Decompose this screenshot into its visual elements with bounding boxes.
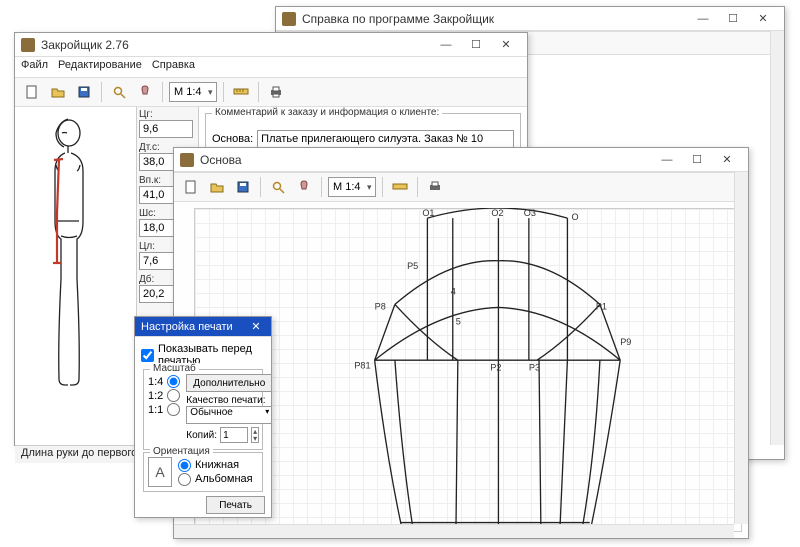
copies-input[interactable]	[220, 427, 248, 443]
menu-help[interactable]: Справка	[152, 59, 195, 75]
main-toolbar: М 1:4	[15, 77, 527, 107]
find-icon[interactable]	[267, 176, 289, 198]
separator	[223, 82, 224, 102]
svg-text:О2: О2	[491, 208, 503, 218]
basis-label: Основа:	[212, 133, 253, 145]
help-min-button[interactable]: —	[688, 9, 718, 29]
m-input-0[interactable]	[139, 120, 193, 138]
help-close-button[interactable]: ✕	[748, 9, 778, 29]
save-icon[interactable]	[232, 176, 254, 198]
open-icon[interactable]	[206, 176, 228, 198]
svg-text:Р8: Р8	[375, 301, 386, 311]
pattern-drawing: О1 О2 О3 О Р5 Р8 Р1 Р9 Р81 Р2 Р3 4 5 Л4 …	[194, 208, 742, 538]
pattern-titlebar[interactable]: Основа — ☐ ✕	[174, 148, 748, 172]
svg-text:О: О	[571, 212, 578, 222]
spinner-icon[interactable]: ▴▾	[251, 427, 259, 443]
help-title: Справка по программе Закройщик	[302, 12, 688, 26]
pattern-title: Основа	[200, 153, 652, 167]
torso-icon[interactable]	[293, 176, 315, 198]
print-icon[interactable]	[424, 176, 446, 198]
open-icon[interactable]	[47, 81, 69, 103]
ruler-icon[interactable]	[389, 176, 411, 198]
comment-legend: Комментарий к заказу и информация о клие…	[212, 107, 442, 118]
svg-text:Р1: Р1	[596, 301, 607, 311]
main-titlebar[interactable]: Закройщик 2.76 — ☐ ✕	[15, 33, 527, 57]
main-title: Закройщик 2.76	[41, 38, 431, 52]
scale-14[interactable]: 1:4	[148, 375, 180, 388]
separator	[101, 82, 102, 102]
quality-select[interactable]: Обычное	[186, 406, 272, 424]
scale-12[interactable]: 1:2	[148, 389, 180, 402]
save-icon[interactable]	[73, 81, 95, 103]
basis-input[interactable]	[257, 130, 514, 148]
svg-text:Р81: Р81	[354, 360, 370, 370]
main-app-icon	[21, 38, 35, 52]
advanced-button[interactable]: Дополнительно	[186, 374, 272, 392]
pattern-close-button[interactable]: ✕	[712, 150, 742, 170]
pattern-scroll-v[interactable]	[734, 172, 748, 524]
help-max-button[interactable]: ☐	[718, 9, 748, 29]
print-titlebar[interactable]: Настройка печати ✕	[135, 317, 271, 337]
figure-pane	[15, 107, 137, 445]
svg-text:4: 4	[451, 286, 456, 296]
pattern-toolbar: М 1:4	[174, 172, 748, 202]
scale-legend: Масштаб	[150, 363, 199, 374]
menu-file[interactable]: Файл	[21, 59, 48, 75]
figure-illustration	[21, 113, 131, 423]
svg-text:5: 5	[456, 317, 461, 327]
find-icon[interactable]	[108, 81, 130, 103]
pattern-scale-select[interactable]: М 1:4	[328, 177, 376, 197]
svg-text:О1: О1	[422, 208, 434, 218]
orient-portrait[interactable]: Книжная	[178, 459, 253, 472]
help-titlebar[interactable]: Справка по программе Закройщик — ☐ ✕	[276, 7, 784, 31]
scale-select[interactable]: М 1:4	[169, 82, 217, 102]
menu-edit[interactable]: Редактирование	[58, 59, 142, 75]
main-max-button[interactable]: ☐	[461, 35, 491, 55]
new-icon[interactable]	[21, 81, 43, 103]
print-dialog: Настройка печати ✕ Показывать перед печа…	[134, 316, 272, 518]
svg-text:Р9: Р9	[620, 337, 631, 347]
print-close-button[interactable]: ✕	[247, 317, 265, 337]
help-app-icon	[282, 12, 296, 26]
help-scrollbar[interactable]	[770, 31, 784, 445]
svg-text:Р5: Р5	[407, 261, 418, 271]
scale-11[interactable]: 1:1	[148, 403, 180, 416]
print-icon[interactable]	[265, 81, 287, 103]
separator	[258, 82, 259, 102]
print-title: Настройка печати	[141, 321, 247, 333]
pattern-max-button[interactable]: ☐	[682, 150, 712, 170]
quality-label: Качество печати:	[186, 395, 272, 406]
svg-text:О3: О3	[524, 208, 536, 218]
orient-legend: Ориентация	[150, 446, 213, 457]
ruler-icon[interactable]	[230, 81, 252, 103]
orientation-icon: А	[148, 457, 172, 487]
orient-landscape[interactable]: Альбомная	[178, 473, 253, 486]
svg-text:Р3: Р3	[529, 362, 540, 372]
main-menubar: Файл Редактирование Справка	[15, 57, 527, 77]
m-label-0: Цг:	[139, 109, 196, 120]
svg-text:Р2: Р2	[490, 362, 501, 372]
pattern-min-button[interactable]: —	[652, 150, 682, 170]
pattern-app-icon	[180, 153, 194, 167]
print-button[interactable]: Печать	[206, 496, 265, 514]
pattern-scroll-h[interactable]	[174, 524, 734, 538]
main-close-button[interactable]: ✕	[491, 35, 521, 55]
separator	[162, 82, 163, 102]
torso-icon[interactable]	[134, 81, 156, 103]
new-icon[interactable]	[180, 176, 202, 198]
copies-label: Копий:	[186, 430, 217, 441]
main-min-button[interactable]: —	[431, 35, 461, 55]
